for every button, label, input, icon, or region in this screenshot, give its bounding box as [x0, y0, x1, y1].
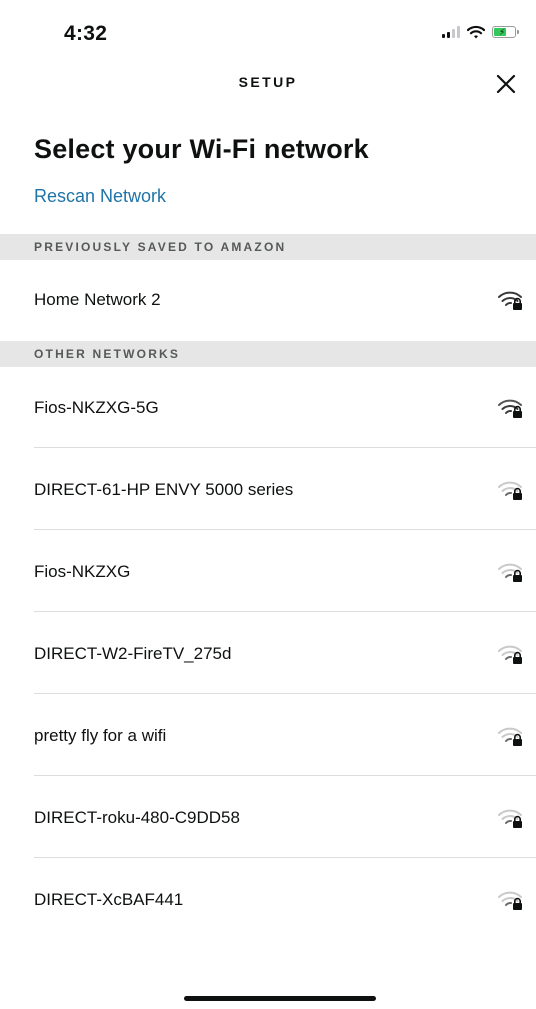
network-name: DIRECT-W2-FireTV_275d: [34, 644, 232, 663]
network-row-saved[interactable]: Home Network 2: [0, 260, 536, 340]
wifi-icon: [467, 25, 485, 39]
row-divider: [34, 447, 536, 448]
section-header-saved: PREVIOUSLY SAVED TO AMAZON: [0, 234, 536, 260]
network-name: DIRECT-XcBAF441: [34, 890, 184, 909]
row-divider: [34, 693, 536, 694]
network-row[interactable]: Fios-NKZXG: [0, 532, 536, 612]
status-bar: 4:32 ⚡: [0, 0, 536, 70]
wifi-lock-icon: [498, 399, 522, 418]
wifi-lock-icon: [498, 481, 522, 500]
row-divider: [34, 529, 536, 530]
section-header-other: OTHER NETWORKS: [0, 341, 536, 367]
wifi-lock-icon: [498, 291, 522, 310]
row-divider: [34, 611, 536, 612]
wifi-lock-icon: [498, 563, 522, 582]
network-row[interactable]: Fios-NKZXG-5G: [0, 368, 536, 448]
network-name: Home Network 2: [34, 290, 161, 309]
network-row[interactable]: DIRECT-roku-480-C9DD58: [0, 778, 536, 858]
wifi-lock-icon: [498, 891, 522, 910]
network-row[interactable]: DIRECT-W2-FireTV_275d: [0, 614, 536, 694]
network-name: pretty fly for a wifi: [34, 726, 167, 745]
network-name: Fios-NKZXG-5G: [34, 398, 159, 417]
network-row[interactable]: DIRECT-61-HP ENVY 5000 series: [0, 450, 536, 530]
header-title: SETUP: [238, 74, 298, 90]
network-row[interactable]: DIRECT-XcBAF441: [0, 860, 536, 940]
cellular-signal-icon: [442, 26, 460, 38]
status-icons: ⚡: [442, 25, 519, 39]
status-time: 4:32: [64, 22, 108, 45]
wifi-lock-icon: [498, 645, 522, 664]
rescan-network-link[interactable]: Rescan Network: [34, 186, 166, 207]
close-icon: [496, 74, 516, 94]
row-divider: [34, 775, 536, 776]
network-name: Fios-NKZXG: [34, 562, 131, 581]
wifi-lock-icon: [498, 809, 522, 828]
close-button[interactable]: [490, 68, 522, 100]
home-indicator[interactable]: [184, 996, 376, 1001]
row-divider: [34, 857, 536, 858]
network-row[interactable]: pretty fly for a wifi: [0, 696, 536, 776]
network-name: DIRECT-61-HP ENVY 5000 series: [34, 480, 294, 499]
page-title: Select your Wi-Fi network: [34, 134, 369, 164]
wifi-lock-icon: [498, 727, 522, 746]
battery-charging-icon: ⚡: [492, 26, 519, 38]
network-name: DIRECT-roku-480-C9DD58: [34, 808, 240, 827]
setup-header: SETUP: [0, 62, 536, 106]
